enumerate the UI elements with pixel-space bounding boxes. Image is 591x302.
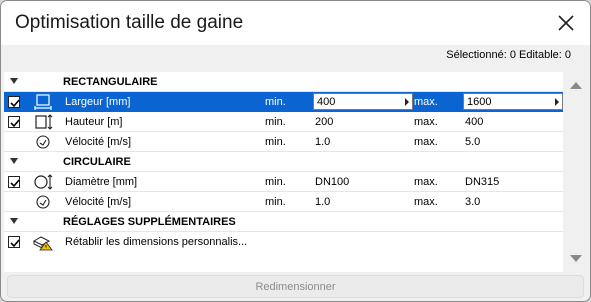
min-label: min. (265, 96, 286, 108)
min-label: min. (265, 136, 286, 148)
velocite-circ-min-value[interactable]: 1.0 (315, 196, 330, 208)
checkbox-largeur[interactable] (8, 96, 20, 108)
category-label: CIRCULAIRE (63, 156, 131, 168)
category-reglages[interactable]: RÉGLAGES SUPPLÉMENTAIRES (4, 212, 563, 232)
scrollbar[interactable] (564, 72, 587, 272)
max-label: max. (414, 176, 438, 188)
diametre-min-value[interactable]: DN100 (315, 176, 349, 188)
max-label: max. (414, 136, 438, 148)
category-label: RECTANGULAIRE (63, 76, 158, 88)
largeur-max-field[interactable]: 1600 (463, 93, 563, 110)
scroll-down-arrow-icon[interactable] (570, 255, 582, 262)
scroll-up-arrow-icon[interactable] (570, 82, 582, 89)
close-icon[interactable] (553, 10, 579, 36)
category-label: RÉGLAGES SUPPLÉMENTAIRES (63, 216, 236, 228)
largeur-min-field[interactable]: 400 (313, 93, 413, 110)
row-hauteur[interactable]: Hauteur [m] min. 200 max. 400 (4, 112, 563, 132)
hauteur-max-value[interactable]: 400 (465, 116, 483, 128)
gauge-icon (32, 193, 54, 211)
velocite-rect-min-value[interactable]: 1.0 (315, 136, 330, 148)
row-label: Hauteur [m] (65, 116, 123, 128)
circle-diameter-icon (32, 173, 54, 191)
window-title: Optimisation taille de gaine (15, 12, 244, 33)
title-bar: Optimisation taille de gaine (1, 1, 590, 45)
row-retablir[interactable]: Rétablir les dimensions personnalis... (4, 232, 563, 252)
row-label: Vélocité [m/s] (65, 136, 132, 148)
row-label: Vélocité [m/s] (65, 196, 132, 208)
row-velocite-rect[interactable]: Vélocité [m/s] min. 1.0 max. 5.0 (4, 132, 563, 152)
rect-height-icon (32, 113, 54, 131)
collapse-triangle-icon[interactable] (10, 158, 18, 164)
max-label: max. (414, 96, 438, 108)
diametre-max-value[interactable]: DN315 (465, 176, 499, 188)
row-velocite-circ[interactable]: Vélocité [m/s] min. 1.0 max. 3.0 (4, 192, 563, 212)
collapse-triangle-icon[interactable] (10, 78, 18, 84)
settings-list: RECTANGULAIRE Largeur [mm] min. 400 max.… (4, 72, 563, 272)
row-largeur[interactable]: Largeur [mm] min. 400 max. 1600 (4, 92, 563, 112)
resize-button[interactable]: Redimensionner (7, 275, 584, 298)
velocite-rect-max-value[interactable]: 5.0 (465, 136, 480, 148)
category-rectangulaire[interactable]: RECTANGULAIRE (4, 72, 563, 92)
min-label: min. (265, 176, 286, 188)
chevron-right-icon[interactable] (555, 98, 559, 106)
checkbox-retablir[interactable] (8, 236, 20, 248)
category-circulaire[interactable]: CIRCULAIRE (4, 152, 563, 172)
collapse-triangle-icon[interactable] (10, 218, 18, 224)
dialog-window: Optimisation taille de gaine Sélectionné… (0, 0, 591, 302)
max-label: max. (414, 116, 438, 128)
checkbox-diametre[interactable] (8, 176, 20, 188)
min-label: min. (265, 116, 286, 128)
chevron-right-icon[interactable] (405, 98, 409, 106)
hauteur-min-value[interactable]: 200 (315, 116, 333, 128)
rect-width-icon (32, 93, 54, 111)
duct-warning-icon (32, 233, 54, 251)
row-label: Largeur [mm] (65, 96, 131, 108)
row-label: Diamètre [mm] (65, 176, 138, 188)
selection-info: Sélectionné: 0 Editable: 0 (446, 49, 571, 61)
row-label: Rétablir les dimensions personnalis... (65, 236, 248, 248)
checkbox-hauteur[interactable] (8, 116, 20, 128)
max-label: max. (414, 196, 438, 208)
velocite-circ-max-value[interactable]: 3.0 (465, 196, 480, 208)
row-diametre[interactable]: Diamètre [mm] min. DN100 max. DN315 (4, 172, 563, 192)
gauge-icon (32, 133, 54, 151)
min-label: min. (265, 196, 286, 208)
